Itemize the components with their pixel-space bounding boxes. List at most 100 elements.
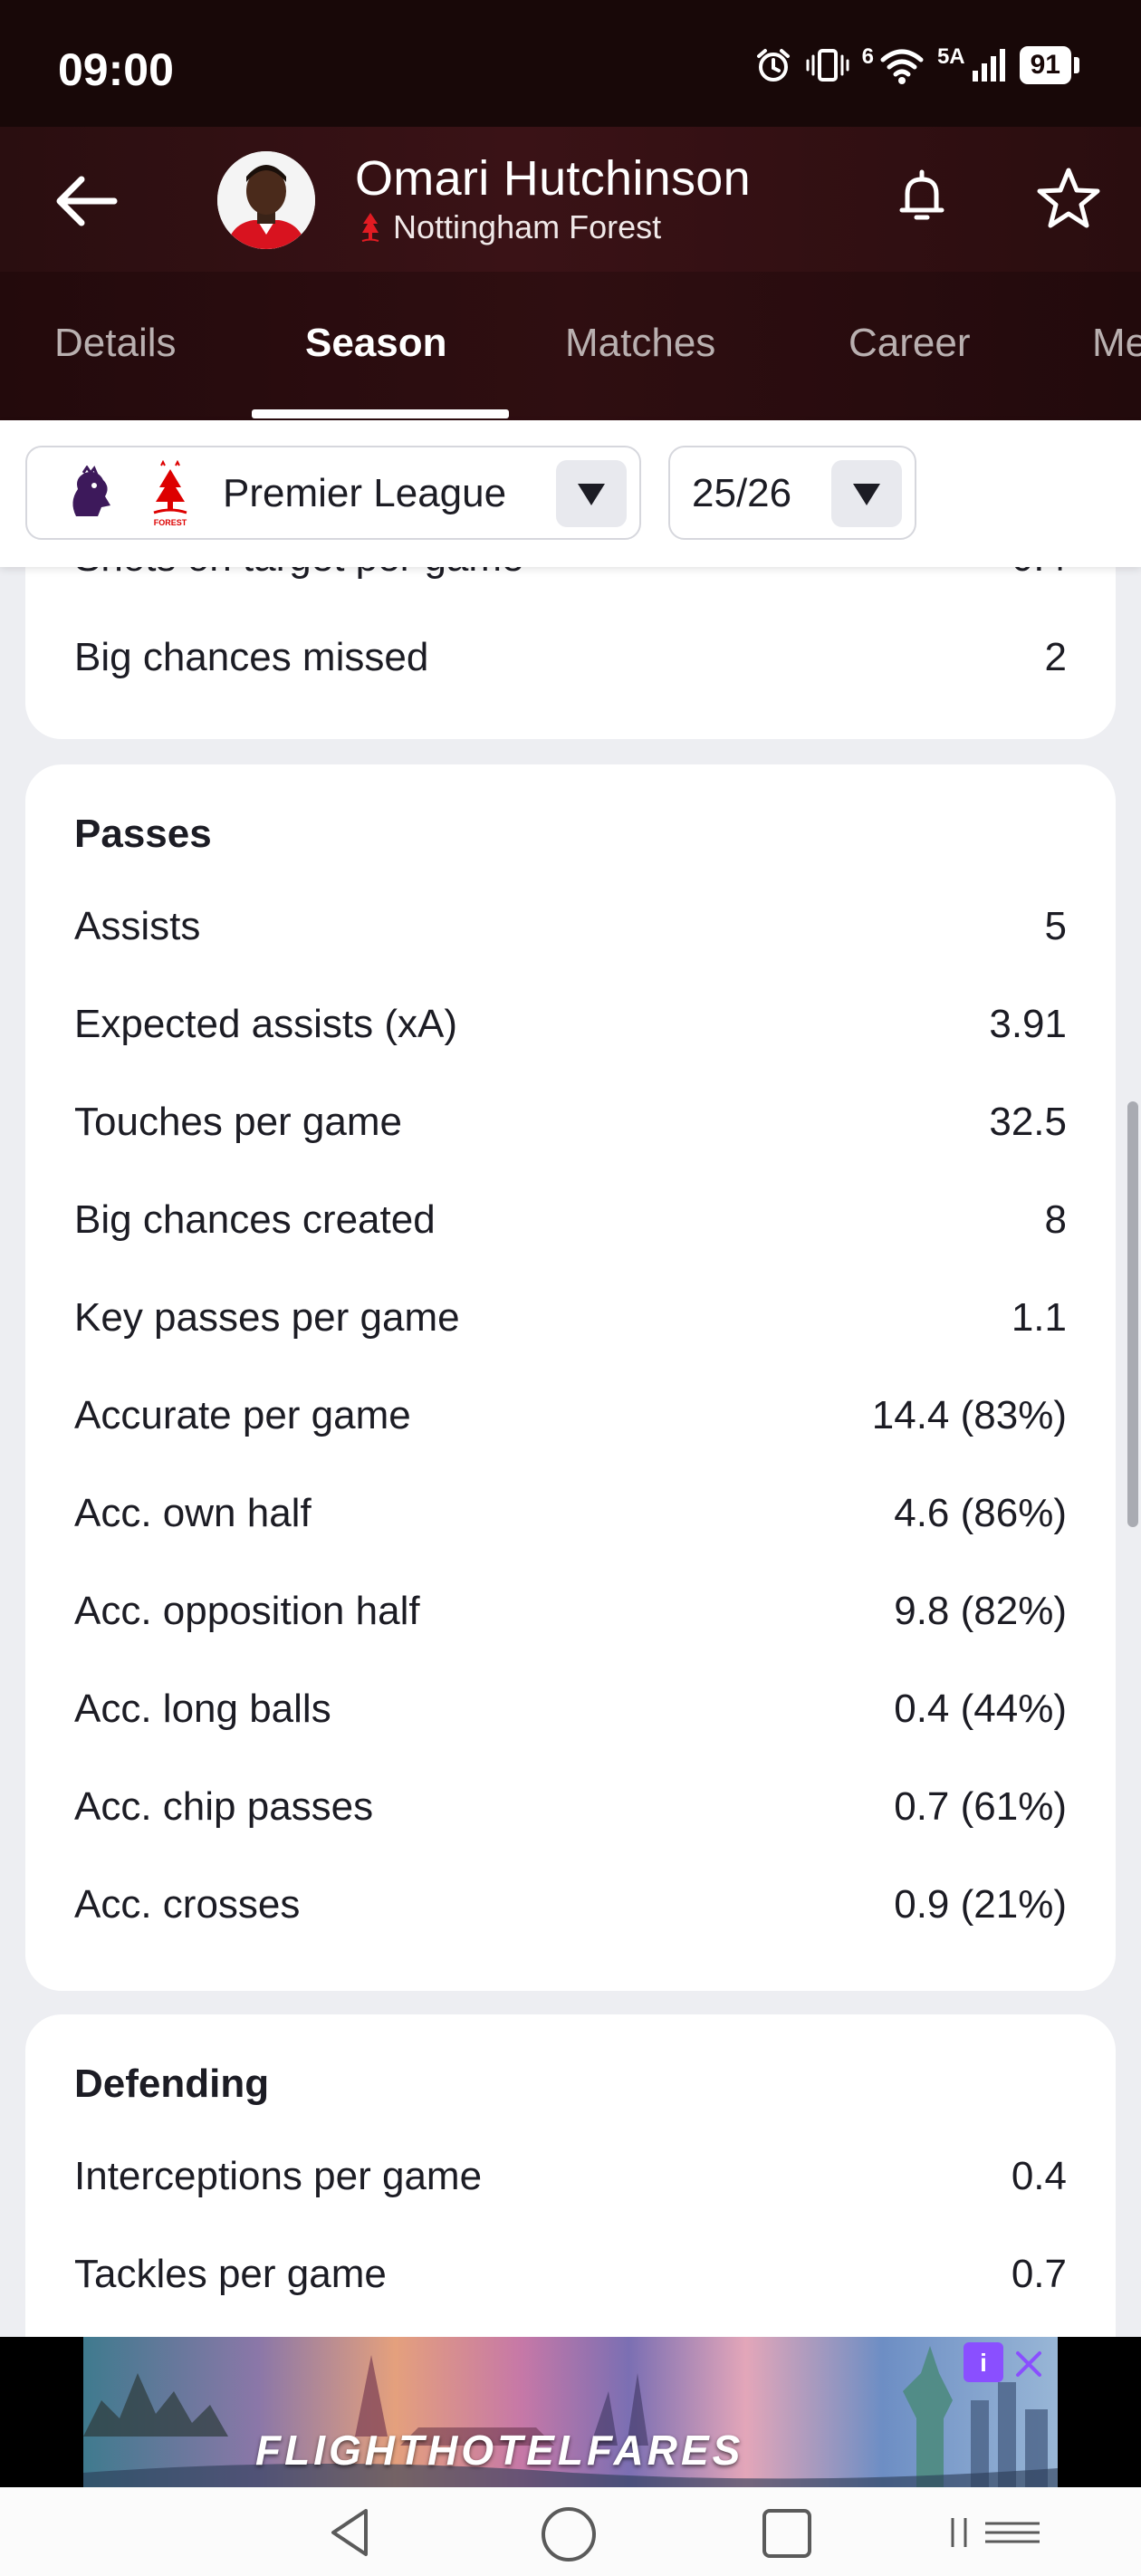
stat-label: Tackles per game (74, 2252, 387, 2296)
stat-value: 5 (1044, 904, 1067, 948)
stat-row: Acc. own half 4.6 (86%) (74, 1486, 1067, 1541)
tab-matches[interactable]: Matches (565, 321, 715, 366)
back-button[interactable] (51, 165, 123, 237)
alarm-icon (756, 49, 790, 82)
notification-button[interactable] (886, 161, 958, 234)
passes-title: Passes (74, 812, 212, 856)
network-label: 5A (936, 44, 965, 69)
league-select-value: Premier League (223, 471, 507, 515)
caret-down-icon (853, 484, 880, 505)
tab-bar: Details Season Matches Career Me (0, 272, 1141, 420)
stat-value: 0.4 (1012, 567, 1067, 581)
stat-label: Accurate per game (74, 1393, 411, 1437)
back-arrow-icon (56, 176, 118, 226)
season-dropdown-button[interactable] (831, 460, 902, 527)
ad-banner[interactable]: FLIGHTHOTELFARES i (0, 2337, 1141, 2487)
stat-row: Acc. long balls 0.4 (44%) (74, 1682, 1067, 1736)
stat-value: 14.4 (83%) (871, 1393, 1067, 1437)
active-tab-indicator (252, 409, 509, 418)
player-name: Omari Hutchinson (355, 151, 751, 206)
stat-row: Shots on target per game 0.4 (74, 567, 1067, 585)
wifi-label: 6 (861, 44, 874, 69)
status-time: 09:00 (58, 44, 174, 95)
player-header: Omari Hutchinson Nottingham Forest (0, 127, 1141, 272)
stat-label: Acc. crosses (74, 1882, 301, 1927)
caret-down-icon (578, 484, 605, 505)
passes-card: Passes Assists 5 Expected assists (xA) 3.9… (25, 764, 1116, 1991)
stat-label: Acc. long balls (74, 1687, 331, 1731)
stat-label: Touches per game (74, 1100, 402, 1144)
filter-bar: FOREST Premier League 25/26 (0, 420, 1141, 567)
tab-more[interactable]: Me (1092, 321, 1141, 366)
stat-row: Key passes per game 1.1 (74, 1291, 1067, 1345)
svg-text:i: i (980, 2349, 987, 2377)
ad-text: FLIGHTHOTELFARES (255, 2427, 744, 2474)
stat-value: 2 (1044, 635, 1067, 679)
stat-value: 0.7 (61%) (894, 1784, 1067, 1829)
league-dropdown-button[interactable] (556, 460, 627, 527)
stat-label: Big chances missed (74, 635, 429, 679)
star-icon (1037, 168, 1100, 228)
team-row[interactable]: Nottingham Forest (360, 208, 661, 246)
premier-league-logo (72, 466, 110, 516)
stat-row: Tackles per game 0.7 (74, 2247, 1067, 2302)
svg-text:FOREST: FOREST (154, 518, 187, 527)
defending-title: Defending (74, 2062, 270, 2106)
nottingham-forest-logo: FOREST (153, 460, 187, 527)
nav-home-icon[interactable] (540, 2505, 598, 2563)
battery-icon: 91 (1019, 46, 1079, 84)
stat-row: Accurate per game 14.4 (83%) (74, 1389, 1067, 1443)
stat-value: 3.91 (989, 1002, 1067, 1046)
shooting-card: Shots on target per game 0.4 Big chances… (25, 567, 1116, 739)
favorite-button[interactable] (1031, 161, 1107, 237)
stat-label: Assists (74, 904, 201, 948)
stat-row: Touches per game 32.5 (74, 1095, 1067, 1149)
scrollbar[interactable] (1127, 1101, 1138, 1527)
team-name: Nottingham Forest (393, 208, 662, 245)
stat-label: Key passes per game (74, 1295, 460, 1340)
season-select[interactable]: 25/26 (668, 446, 916, 540)
stat-value: 9.8 (82%) (894, 1589, 1067, 1633)
nav-recents-icon[interactable] (761, 2507, 813, 2560)
defending-card: Defending Interceptions per game 0.4 Tack… (25, 2014, 1116, 2337)
stat-label: Interceptions per game (74, 2154, 483, 2198)
stat-row: Big chances missed 2 (74, 630, 1067, 685)
status-bar: 09:00 6 5A 91 (0, 0, 1141, 127)
stat-label: Acc. opposition half (74, 1589, 420, 1633)
wifi-icon (880, 49, 924, 84)
close-icon[interactable] (1009, 2344, 1049, 2384)
stat-label: Big chances created (74, 1197, 436, 1242)
nav-back-icon[interactable] (324, 2505, 379, 2560)
nav-menu-icon[interactable] (949, 2514, 1049, 2551)
stat-row: Acc. chip passes 0.7 (61%) (74, 1780, 1067, 1834)
stat-label: Acc. chip passes (74, 1784, 374, 1829)
tab-season[interactable]: Season (305, 321, 447, 366)
stat-value: 0.7 (1011, 2252, 1067, 2296)
league-select[interactable]: FOREST Premier League (25, 446, 641, 540)
stat-row: Big chances created 8 (74, 1193, 1067, 1247)
stats-content[interactable]: Shots on target per game 0.4 Big chances… (0, 567, 1141, 2337)
signal-icon (972, 49, 1005, 82)
tab-career[interactable]: Career (849, 321, 971, 366)
vibrate-icon (806, 49, 849, 82)
ad-info-icon[interactable]: i (964, 2342, 1003, 2382)
player-avatar (217, 151, 315, 249)
status-icons: 6 5A 91 (753, 44, 1079, 85)
stat-value: 4.6 (86%) (894, 1491, 1067, 1535)
stat-row: Interceptions per game 0.4 (74, 2149, 1067, 2204)
stat-row: Expected assists (xA) 3.91 (74, 997, 1067, 1052)
stat-value: 0.4 (44%) (894, 1687, 1067, 1731)
ad-image[interactable]: FLIGHTHOTELFARES i (83, 2337, 1058, 2487)
stat-value: 32.5 (989, 1100, 1067, 1144)
stat-value: 0.9 (21%) (894, 1882, 1067, 1927)
stat-value: 0.4 (1011, 2154, 1067, 2198)
stat-label: Shots on target per game (74, 567, 524, 581)
stat-row: Acc. opposition half 9.8 (82%) (74, 1584, 1067, 1639)
battery-level: 91 (1019, 46, 1071, 84)
tab-details[interactable]: Details (54, 321, 177, 366)
system-nav-bar (0, 2487, 1141, 2576)
stat-value: 1.1 (1011, 1295, 1067, 1340)
stat-label: Acc. own half (74, 1491, 312, 1535)
stat-row: Assists 5 (74, 899, 1067, 954)
season-select-value: 25/26 (692, 471, 792, 515)
